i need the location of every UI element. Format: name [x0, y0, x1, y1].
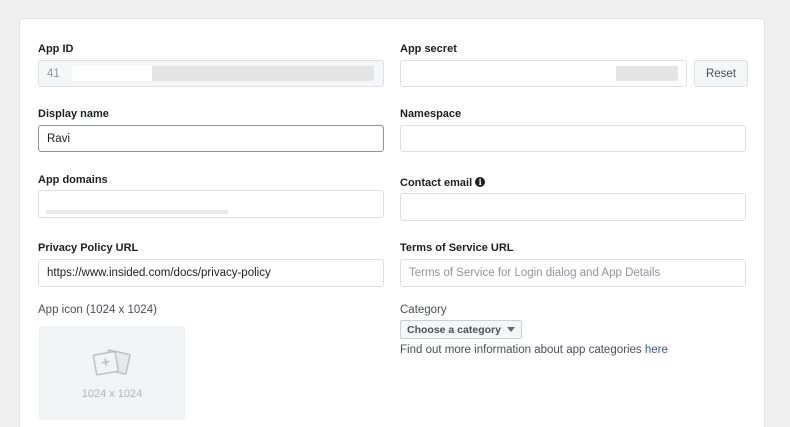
display-name-label: Display name [38, 108, 109, 120]
app-id-label: App ID [38, 43, 74, 55]
privacy-policy-url-value: https://www.insided.com/docs/privacy-pol… [47, 267, 271, 279]
namespace-label: Namespace [400, 108, 462, 120]
app-domains-label: App domains [38, 174, 108, 186]
caret-down-icon [506, 327, 515, 332]
app-id-redaction [72, 66, 152, 81]
app-id-redaction-gray [152, 66, 374, 81]
category-help-link[interactable]: here [645, 344, 668, 356]
category-selected-value: Choose a category [407, 323, 501, 336]
display-name-input[interactable]: Ravi [38, 125, 384, 152]
app-domains-redaction [46, 210, 228, 214]
terms-of-service-url-label: Terms of Service URL [400, 242, 514, 254]
image-add-icon [92, 349, 131, 376]
reset-secret-button[interactable]: Reset [694, 60, 748, 87]
app-icon-dimensions: 1024 x 1024 [81, 388, 143, 400]
app-icon-upload[interactable]: 1024 x 1024 [39, 326, 185, 420]
terms-of-service-url-input[interactable]: Terms of Service for Login dialog and Ap… [400, 259, 746, 287]
app-id-value: 41 [47, 67, 60, 80]
privacy-policy-url-input[interactable]: https://www.insided.com/docs/privacy-pol… [38, 259, 384, 287]
display-name-value: Ravi [47, 132, 71, 145]
category-help-text: Find out more information about app cate… [400, 344, 668, 356]
basic-settings-card: App ID 41 App secret Reset Display name … [19, 18, 765, 427]
contact-email-label: Contact email i [400, 177, 486, 189]
category-select[interactable]: Choose a category [400, 320, 522, 339]
app-icon-label: App icon (1024 x 1024) [38, 304, 157, 316]
info-icon[interactable]: i [475, 177, 486, 187]
category-help-text-body: Find out more information about app cate… [400, 344, 645, 356]
contact-email-input[interactable] [400, 193, 746, 221]
category-label: Category [400, 304, 447, 316]
namespace-input[interactable] [400, 125, 746, 152]
app-secret-label: App secret [400, 43, 457, 55]
privacy-policy-url-label: Privacy Policy URL [38, 242, 139, 254]
contact-email-label-text: Contact email [400, 177, 473, 189]
terms-of-service-url-placeholder: Terms of Service for Login dialog and Ap… [409, 267, 661, 279]
app-secret-redaction [616, 66, 678, 81]
